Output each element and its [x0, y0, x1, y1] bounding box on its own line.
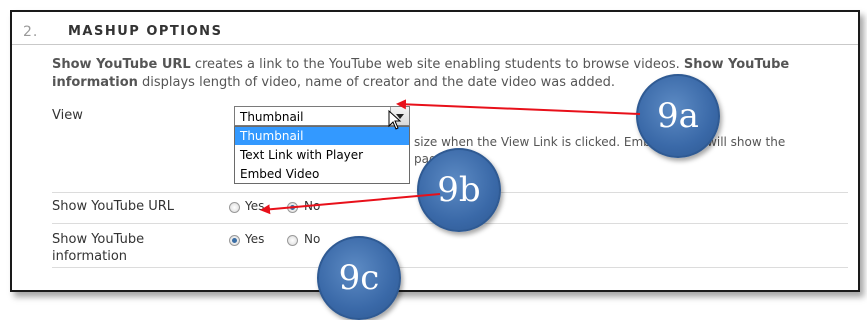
divider — [52, 267, 848, 268]
show-info-yes-radio[interactable] — [229, 235, 240, 246]
view-select-value: Thumbnail — [240, 110, 304, 124]
show-info-no-radio[interactable] — [287, 235, 298, 246]
show-url-no-radio[interactable] — [287, 202, 298, 213]
desc-text-info: displays length of video, name of creato… — [137, 75, 615, 90]
show-info-label: Show YouTube information — [52, 231, 144, 265]
view-option-thumbnail[interactable]: Thumbnail — [235, 127, 409, 145]
mouse-cursor-icon — [388, 110, 402, 130]
view-select[interactable]: Thumbnail — [234, 106, 410, 126]
section-description: Show YouTube URL creates a link to the Y… — [52, 56, 844, 92]
show-url-yes-label: Yes — [245, 199, 265, 213]
section-number: 2. — [23, 24, 39, 40]
desc-term-url: Show YouTube URL — [52, 57, 191, 72]
mashup-options-panel: 2. MASHUP OPTIONS Show YouTube URL creat… — [10, 10, 860, 292]
callout-9a: 9a — [636, 74, 720, 158]
section-header: 2. MASHUP OPTIONS — [12, 12, 858, 45]
view-option-embed[interactable]: Embed Video — [235, 165, 409, 183]
view-label: View — [52, 108, 83, 123]
show-url-yes-radio[interactable] — [229, 202, 240, 213]
desc-text-url: creates a link to the YouTube web site e… — [190, 57, 684, 72]
callout-9c: 9c — [317, 236, 401, 320]
view-dropdown-list: Thumbnail Text Link with Player Embed Vi… — [234, 126, 410, 184]
view-option-text-link[interactable]: Text Link with Player — [235, 146, 409, 164]
section-title: MASHUP OPTIONS — [68, 24, 223, 39]
show-info-no-label: No — [304, 232, 321, 246]
show-info-yes-label: Yes — [245, 232, 265, 246]
show-info-label-line2: information — [52, 249, 128, 264]
show-url-no-label: No — [304, 199, 321, 213]
show-info-label-line1: Show YouTube — [52, 232, 145, 247]
callout-9b: 9b — [417, 148, 501, 232]
show-url-label: Show YouTube URL — [52, 199, 174, 214]
view-hint-line1: size when the View Link is clicked. Embe… — [414, 135, 786, 149]
